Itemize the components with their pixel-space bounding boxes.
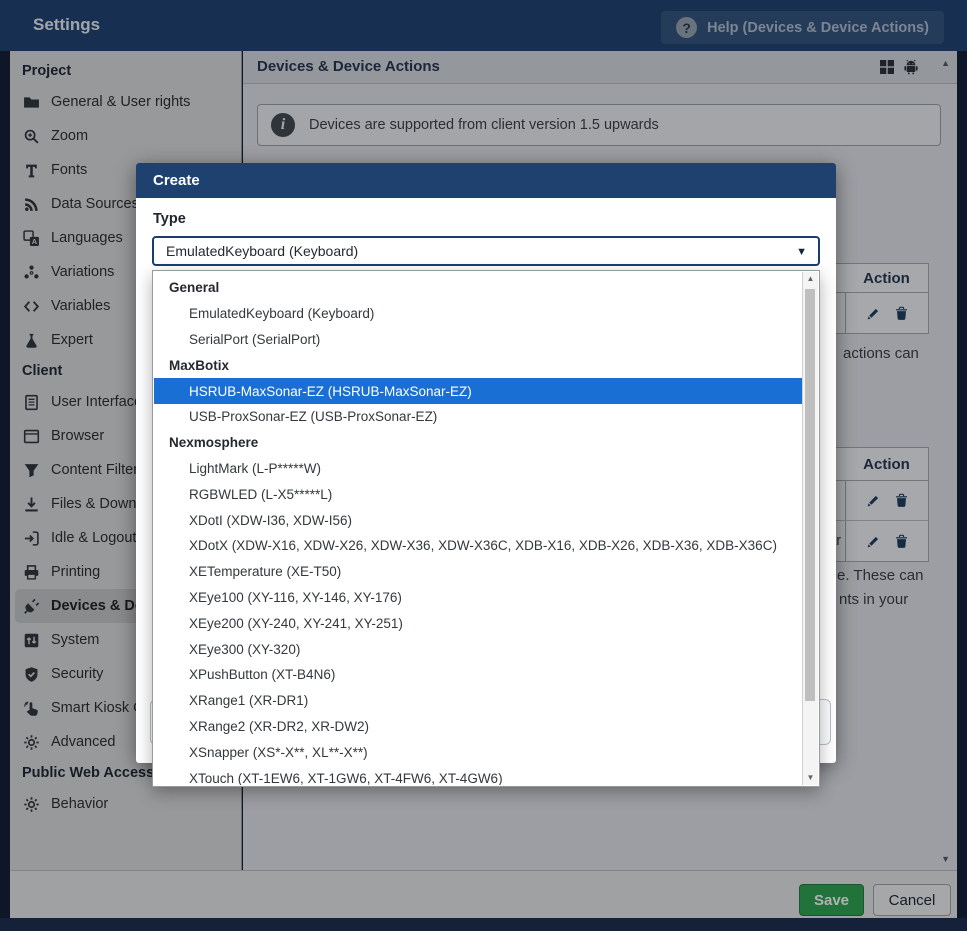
dropdown-option-xeye200[interactable]: XEye200 (XY-240, XY-241, XY-251) (154, 610, 802, 636)
type-dropdown-list: GeneralEmulatedKeyboard (Keyboard)Serial… (152, 270, 820, 787)
dropdown-option-xrange1[interactable]: XRange1 (XR-DR1) (154, 688, 802, 714)
type-select-value: EmulatedKeyboard (Keyboard) (166, 243, 358, 259)
modal-header: Create (136, 163, 836, 198)
dropdown-option-xtouch[interactable]: XTouch (XT-1EW6, XT-1GW6, XT-4FW6, XT-4G… (154, 765, 802, 785)
dropdown-option-emulatedkeyboard[interactable]: EmulatedKeyboard (Keyboard) (154, 301, 802, 327)
dropdown-option-xeye100[interactable]: XEye100 (XY-116, XY-146, XY-176) (154, 585, 802, 611)
dropdown-option-xsnapper[interactable]: XSnapper (XS*-X**, XL**-X**) (154, 739, 802, 765)
dropdown-option-xpushbutton[interactable]: XPushButton (XT-B4N6) (154, 662, 802, 688)
type-select[interactable]: EmulatedKeyboard (Keyboard) ▼ (152, 236, 820, 266)
dropdown-option-hsrub-maxsonar-ez[interactable]: HSRUB-MaxSonar-EZ (HSRUB-MaxSonar-EZ) (154, 378, 802, 404)
dropdown-option-xdotx[interactable]: XDotX (XDW-X16, XDW-X26, XDW-X36, XDW-X3… (154, 533, 802, 559)
dropdown-scrollbar[interactable]: ▲ ▼ (802, 272, 818, 785)
dropdown-option-xdoti[interactable]: XDotI (XDW-I36, XDW-I56) (154, 507, 802, 533)
dropdown-option-xrange2[interactable]: XRange2 (XR-DR2, XR-DW2) (154, 714, 802, 740)
dropdown-option-rgbwled[interactable]: RGBWLED (L-X5*****L) (154, 481, 802, 507)
settings-window: Settings ? Help (Devices & Device Action… (0, 0, 967, 931)
scroll-up-icon[interactable]: ▲ (803, 272, 818, 286)
dropdown-group-maxbotix: MaxBotix (154, 352, 802, 378)
dropdown-option-xetemperature[interactable]: XETemperature (XE-T50) (154, 559, 802, 585)
scroll-down-icon[interactable]: ▼ (803, 771, 818, 785)
type-field-label: Type (153, 211, 186, 227)
dropdown-group-nexmosphere: Nexmosphere (154, 430, 802, 456)
scrollbar-thumb[interactable] (805, 289, 815, 701)
dropdown-option-lightmark[interactable]: LightMark (L-P*****W) (154, 456, 802, 482)
chevron-down-icon: ▼ (796, 246, 807, 258)
dropdown-option-serialport[interactable]: SerialPort (SerialPort) (154, 327, 802, 353)
dropdown-option-xeye300[interactable]: XEye300 (XY-320) (154, 636, 802, 662)
dropdown-option-usb-proxsonar-ez[interactable]: USB-ProxSonar-EZ (USB-ProxSonar-EZ) (154, 404, 802, 430)
modal-title: Create (153, 172, 200, 189)
dropdown-group-general: General (154, 275, 802, 301)
